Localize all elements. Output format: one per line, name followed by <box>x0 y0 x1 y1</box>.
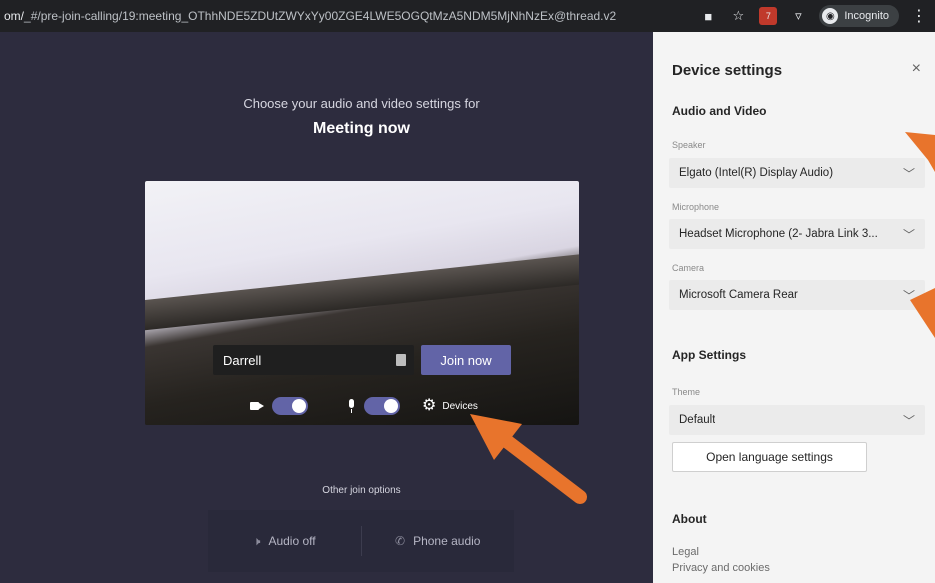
camera-select[interactable]: Microsoft Camera Rear ﹀ <box>669 280 925 310</box>
microphone-label: Microphone <box>672 202 720 212</box>
camera-value: Microsoft Camera Rear <box>679 289 798 301</box>
browser-actions: ■ ☆ 7 ▿ ◉ Incognito ⋮ <box>699 0 935 32</box>
audio-off-option[interactable]: 🕨 Audio off <box>208 526 361 556</box>
incognito-indicator[interactable]: ◉ Incognito <box>819 5 899 27</box>
meeting-title: Meeting now <box>313 120 410 137</box>
video-icon[interactable]: ■ <box>699 7 717 25</box>
pocket-icon[interactable]: ▿ <box>789 7 807 25</box>
gear-icon[interactable]: ⚙ <box>422 398 436 414</box>
chevron-down-icon: ﹀ <box>902 413 915 428</box>
incognito-label: Incognito <box>844 10 889 22</box>
join-options: 🕨 Audio off ✆ Phone audio <box>208 510 514 572</box>
browser-toolbar: om/_#/pre-join-calling/19:meeting_OThhND… <box>0 0 935 32</box>
phone-audio-label: Phone audio <box>413 534 481 548</box>
privacy-link[interactable]: Privacy and cookies <box>672 562 770 574</box>
microphone-select[interactable]: Headset Microphone (2- Jabra Link 3... ﹀ <box>669 219 925 249</box>
camera-icon <box>250 401 264 411</box>
bookmark-star-icon[interactable]: ☆ <box>729 7 747 25</box>
theme-label: Theme <box>672 387 701 397</box>
devices-button[interactable]: Devices <box>442 401 478 412</box>
extension-icon[interactable]: 7 <box>759 7 778 25</box>
device-settings-panel: Device settings × Audio and Video Speake… <box>653 32 935 583</box>
chevron-down-icon: ﹀ <box>902 227 915 242</box>
prejoin-screen: Choose your audio and video settings for… <box>0 32 653 583</box>
audio-off-label: Audio off <box>268 534 316 548</box>
panel-title: Device settings <box>672 62 783 79</box>
join-now-button[interactable]: Join now <box>421 345 511 375</box>
speaker-value: Elgato (Intel(R) Display Audio) <box>679 167 834 179</box>
phone-audio-option[interactable]: ✆ Phone audio <box>360 526 515 556</box>
name-card-icon <box>396 354 406 366</box>
chevron-down-icon: ﹀ <box>902 288 915 303</box>
theme-value: Default <box>679 414 716 426</box>
about-heading: About <box>672 512 707 526</box>
camera-label: Camera <box>672 263 705 273</box>
speaker-select[interactable]: Elgato (Intel(R) Display Audio) ﹀ <box>669 158 925 188</box>
chevron-down-icon: ﹀ <box>902 166 915 181</box>
media-controls: ⚙ Devices <box>250 395 478 417</box>
camera-toggle[interactable] <box>272 397 308 415</box>
legal-link[interactable]: Legal <box>672 546 699 558</box>
phone-icon: ✆ <box>395 534 406 548</box>
other-join-options-label: Other join options <box>322 485 401 496</box>
microphone-icon <box>346 399 356 413</box>
video-preview: Join now ⚙ Devices <box>145 181 579 425</box>
prejoin-subtitle: Choose your audio and video settings for <box>243 96 480 111</box>
name-input[interactable] <box>213 345 388 375</box>
address-bar[interactable]: om/_#/pre-join-calling/19:meeting_OThhND… <box>0 0 650 32</box>
incognito-icon: ◉ <box>822 8 839 24</box>
open-language-settings-button[interactable]: Open language settings <box>672 442 867 472</box>
audio-video-heading: Audio and Video <box>672 104 767 118</box>
speaker-label: Speaker <box>672 140 706 150</box>
app-settings-heading: App Settings <box>672 348 746 362</box>
microphone-toggle[interactable] <box>364 397 400 415</box>
microphone-value: Headset Microphone (2- Jabra Link 3... <box>679 228 878 240</box>
close-icon[interactable]: × <box>912 61 921 77</box>
name-field[interactable] <box>213 345 414 375</box>
url-host: om/ <box>4 9 25 23</box>
speaker-off-icon: 🕨 <box>252 533 261 548</box>
theme-select[interactable]: Default ﹀ <box>669 405 925 435</box>
url-path: _#/pre-join-calling/19:meeting_OThhNDE5Z… <box>24 9 617 23</box>
more-menu-icon[interactable]: ⋮ <box>911 6 927 26</box>
